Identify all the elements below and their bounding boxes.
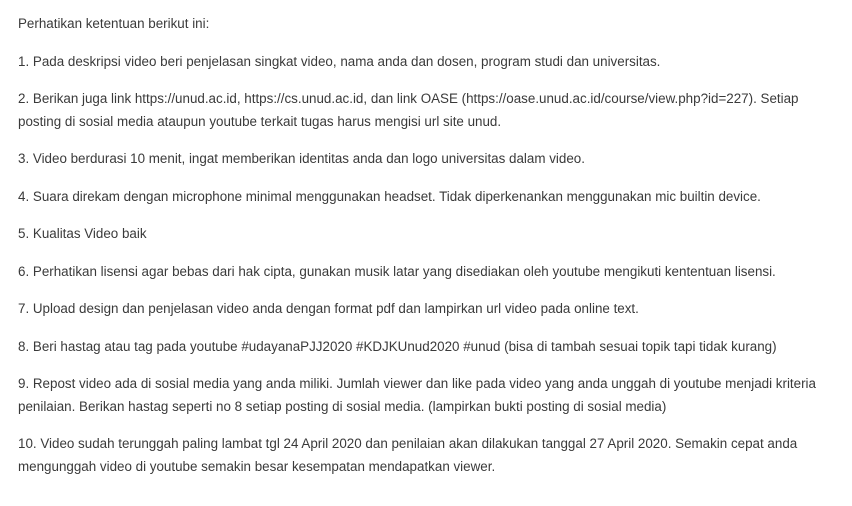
rule-item-5: 5. Kualitas Video baik xyxy=(18,226,147,241)
assignment-instructions: Perhatikan ketentuan berikut ini: 1. Pad… xyxy=(0,0,852,478)
rule-item-2: 2. Berikan juga link https://unud.ac.id,… xyxy=(18,91,799,129)
rule-item-7: 7. Upload design dan penjelasan video an… xyxy=(18,301,639,316)
rules-list: 1. Pada deskripsi video beri penjelasan … xyxy=(18,51,842,479)
rule-item-3: 3. Video berdurasi 10 menit, ingat membe… xyxy=(18,151,585,166)
rule-item-4: 4. Suara direkam dengan microphone minim… xyxy=(18,188,761,204)
rule-item-6: 6. Perhatikan lisensi agar bebas dari ha… xyxy=(18,263,776,279)
rule-item-8: 8. Beri hastag atau tag pada youtube #ud… xyxy=(18,338,777,354)
intro-text: Perhatikan ketentuan berikut ini: xyxy=(18,16,210,31)
rule-item-10: 10. Video sudah terunggah paling lambat … xyxy=(18,436,798,474)
rule-item-1: 1. Pada deskripsi video beri penjelasan … xyxy=(18,53,661,69)
rule-item-9: 9. Repost video ada di sosial media yang… xyxy=(18,376,816,414)
